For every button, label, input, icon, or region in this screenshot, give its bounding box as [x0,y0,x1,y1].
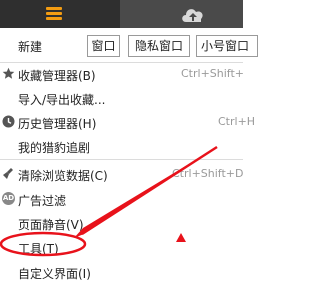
shortcut-label: Ctrl+Shift+D [172,167,244,180]
menu-item-label: 广告过滤 [18,194,67,208]
clock-icon [2,115,15,128]
new-label: 新建 [18,40,43,54]
browser-toolbar [0,0,243,28]
cloud-upload-icon[interactable] [180,4,206,24]
menu-divider [0,159,243,160]
menu-item-label: 清除浏览数据(C) [18,169,108,183]
hamburger-menu-icon [46,7,62,20]
menu-item-history-manager[interactable]: 历史管理器(H) Ctrl+H [0,112,255,132]
shortcut-label: Ctrl+H [218,115,256,128]
menu-item-tools[interactable]: 工具(T) [0,237,243,257]
menu-item-ad-filter[interactable]: AD 广告过滤 [0,189,243,209]
broom-icon [3,168,13,179]
shortcut-label: Ctrl+Shift+ [181,67,245,80]
menu-item-bookmarks-manager[interactable]: 收藏管理器(B) Ctrl+Shift+ [0,64,245,84]
menu-item-label: 页面静音(V) [18,218,84,232]
menu-item-my-hunt[interactable]: 我的猎豹追剧 [0,136,243,156]
star-icon [2,67,15,79]
menu-divider [0,62,243,63]
menu-item-mute-page[interactable]: 页面静音(V) [0,213,243,233]
new-window-row: 新建 窗口 隐私窗口 小号窗口 [0,29,258,61]
new-small-window-button[interactable]: 小号窗口 [196,35,258,57]
menu-item-label: 收藏管理器(B) [18,69,96,83]
menu-item-label: 导入/导出收藏... [18,93,106,107]
menu-item-label: 工具(T) [18,242,59,256]
menu-item-import-export[interactable]: 导入/导出收藏... [0,88,243,108]
new-private-window-button[interactable]: 隐私窗口 [128,35,190,57]
menu-item-label: 我的猎豹追剧 [18,141,91,155]
new-window-button[interactable]: 窗口 [87,35,120,57]
menu-item-clear-data[interactable]: 清除浏览数据(C) Ctrl+Shift+D [0,164,243,184]
main-menu-button[interactable] [0,0,120,28]
menu-item-custom-ui[interactable]: 自定义界面(I) [0,262,243,282]
ad-block-icon: AD [2,192,15,205]
menu-item-label: 自定义界面(I) [18,267,91,281]
menu-item-label: 历史管理器(H) [18,117,97,131]
